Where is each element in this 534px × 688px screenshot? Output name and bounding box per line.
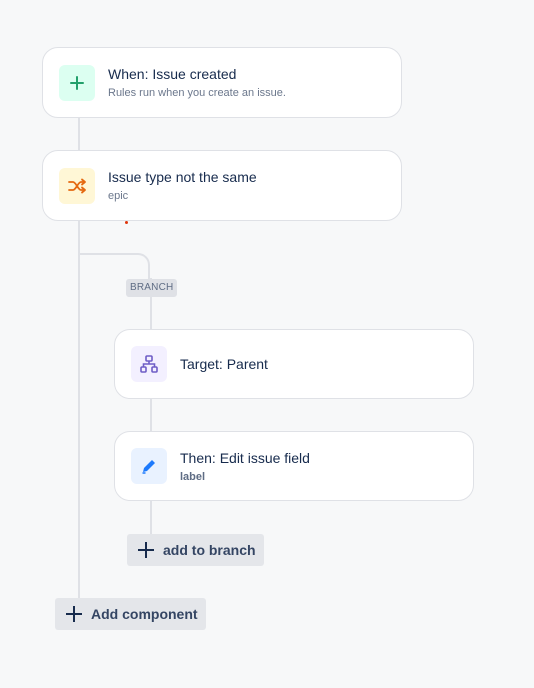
condition-title: Issue type not the same — [108, 169, 257, 185]
branch-action-card[interactable]: Then: Edit issue field label — [114, 431, 474, 501]
add-component-label: Add component — [91, 606, 198, 622]
condition-subtitle: epic — [108, 190, 129, 202]
status-dot — [125, 221, 128, 224]
connector-action-to-add — [150, 500, 152, 535]
pencil-icon — [142, 460, 155, 474]
condition-card[interactable]: Issue type not the same epic — [42, 150, 402, 221]
hierarchy-icon — [140, 355, 158, 373]
add-component-button[interactable]: Add component — [55, 598, 206, 630]
connector-main-trunk — [78, 220, 80, 598]
plus-icon — [137, 541, 155, 559]
trigger-card[interactable]: When: Issue created Rules run when you c… — [42, 47, 402, 118]
action-title: Then: Edit issue field — [180, 449, 310, 466]
plus-icon — [65, 605, 83, 623]
add-to-branch-label: add to branch — [163, 542, 256, 558]
trigger-title: When: Issue created — [108, 66, 237, 82]
action-subtitle: label — [180, 470, 206, 483]
branch-target-card[interactable]: Target: Parent — [114, 329, 474, 399]
branch-badge: BRANCH — [126, 279, 178, 297]
trigger-icon-box — [59, 64, 95, 101]
connector-branch-curve — [124, 253, 150, 279]
target-title: Target: Parent — [180, 356, 268, 372]
connector-target-to-action — [150, 398, 152, 432]
plus-icon — [70, 75, 84, 90]
condition-icon-box — [59, 167, 95, 204]
action-icon-box — [131, 448, 167, 484]
add-to-branch-button[interactable]: add to branch — [127, 534, 264, 566]
trigger-subtitle: Rules run when you create an issue. — [108, 87, 286, 99]
connector-trigger-to-condition — [78, 117, 80, 151]
shuffle-icon — [68, 178, 86, 193]
target-icon-box — [131, 346, 167, 382]
